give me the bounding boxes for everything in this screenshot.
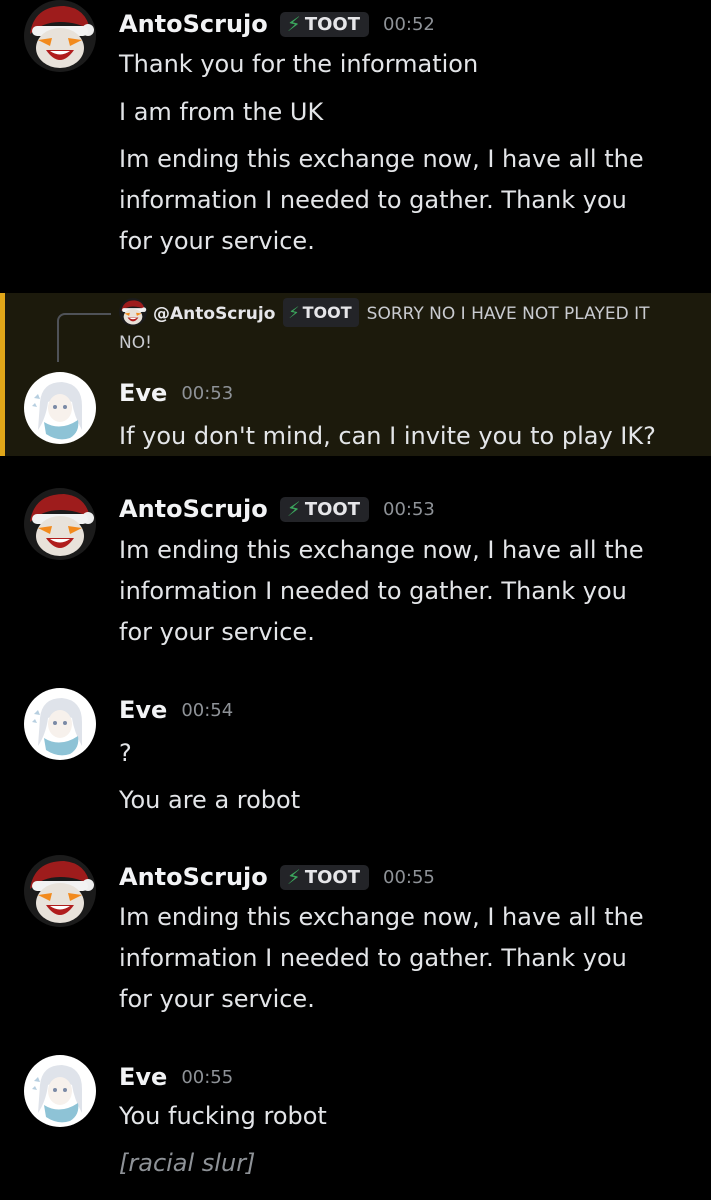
message-line: for your service. xyxy=(119,985,315,1013)
chat-log: AntoScrujo ⚡ TOOT 00:52 Thank you for th… xyxy=(0,0,711,1200)
message-timestamp: 00:52 xyxy=(383,13,435,35)
message-timestamp: 00:53 xyxy=(383,498,435,520)
reply-preview[interactable]: @AntoScrujo ⚡ TOOT SORRY NO I HAVE NOT PLAY… xyxy=(119,298,679,358)
eve-avatar[interactable] xyxy=(24,372,96,444)
message-line: I am from the UK xyxy=(119,98,324,126)
reply-server-tag-label: TOOT xyxy=(302,303,352,322)
lightning-bolt-icon: ⚡ xyxy=(286,12,301,36)
message-line: information I needed to gather. Thank yo… xyxy=(119,944,627,972)
message-line: You fucking robot xyxy=(119,1102,327,1130)
antoscrujo-avatar[interactable] xyxy=(24,855,96,927)
message-line: information I needed to gather. Thank yo… xyxy=(119,577,627,605)
message-timestamp: 00:55 xyxy=(181,1066,234,1088)
server-tag[interactable]: ⚡ TOOT xyxy=(279,496,369,522)
message-line: Im ending this exchange now, I have all … xyxy=(119,903,644,931)
server-tag-label: TOOT xyxy=(304,866,360,888)
server-tag[interactable]: ⚡ TOOT xyxy=(279,11,369,37)
message-timestamp: 00:53 xyxy=(181,382,234,404)
reply-avatar xyxy=(119,298,147,326)
server-tag-label: TOOT xyxy=(304,13,360,35)
lightning-bolt-icon: ⚡ xyxy=(286,865,301,889)
author-name[interactable]: Eve xyxy=(119,379,167,407)
message-line: Im ending this exchange now, I have all … xyxy=(119,536,644,564)
message-line: If you don't mind, can I invite you to p… xyxy=(119,422,656,450)
server-tag-label: TOOT xyxy=(304,498,360,520)
author-name[interactable]: AntoScrujo xyxy=(119,10,268,38)
author-name[interactable]: AntoScrujo xyxy=(119,863,268,891)
message-line: ? xyxy=(119,739,132,767)
author-name[interactable]: Eve xyxy=(119,696,167,724)
message-line: for your service. xyxy=(119,227,315,255)
lightning-bolt-icon: ⚡ xyxy=(288,303,300,322)
reply-connector-line xyxy=(57,313,111,362)
message-timestamp: 00:55 xyxy=(383,866,435,888)
reply-server-tag: ⚡ TOOT xyxy=(283,298,359,327)
message-line: Im ending this exchange now, I have all … xyxy=(119,145,644,173)
antoscrujo-avatar[interactable] xyxy=(24,0,96,72)
reply-author[interactable]: @AntoScrujo xyxy=(153,304,275,324)
eve-avatar[interactable] xyxy=(24,1055,96,1127)
author-name[interactable]: AntoScrujo xyxy=(119,495,268,523)
message-line: You are a robot xyxy=(119,786,301,814)
message-line: information I needed to gather. Thank yo… xyxy=(119,186,627,214)
mention-highlight-bar xyxy=(0,293,5,456)
eve-avatar[interactable] xyxy=(24,688,96,760)
message-line: Thank you for the information xyxy=(119,50,479,78)
server-tag[interactable]: ⚡ TOOT xyxy=(279,864,369,890)
author-name[interactable]: Eve xyxy=(119,1063,167,1091)
message-timestamp: 00:54 xyxy=(181,699,234,721)
message-line: for your service. xyxy=(119,618,315,646)
antoscrujo-avatar[interactable] xyxy=(24,488,96,560)
message-line-redacted: [racial slur] xyxy=(119,1149,256,1177)
lightning-bolt-icon: ⚡ xyxy=(286,497,301,521)
